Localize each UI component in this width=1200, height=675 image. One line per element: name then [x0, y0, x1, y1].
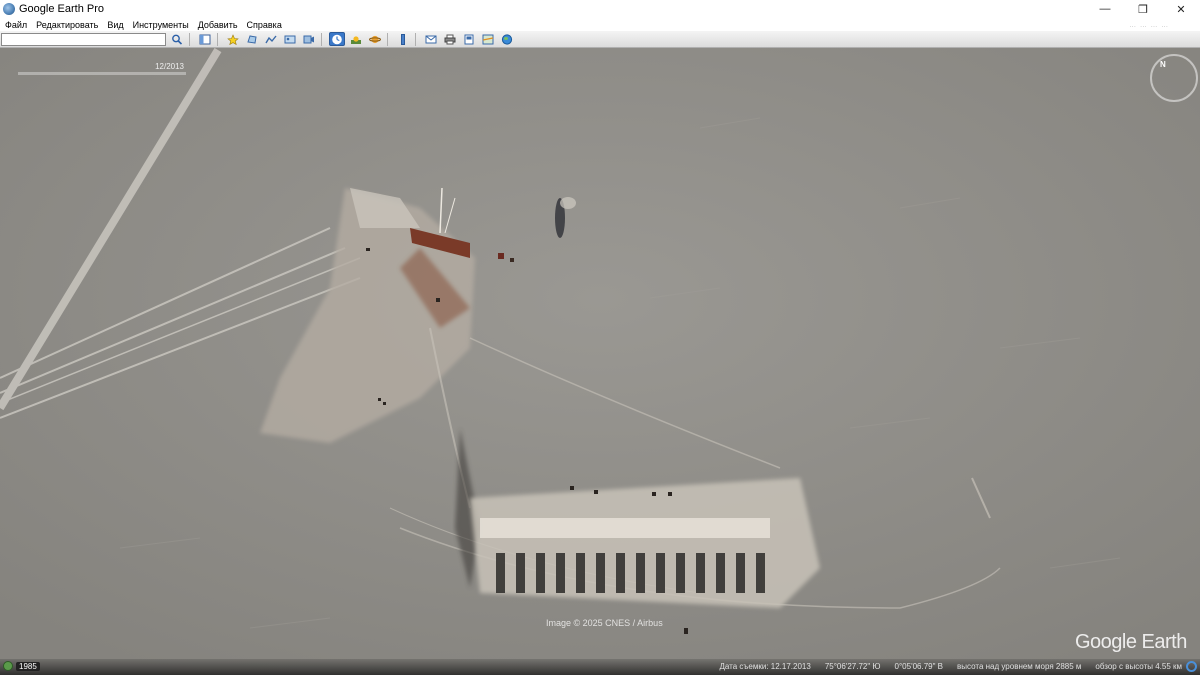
- menubar-right-item[interactable]: ...: [1151, 20, 1158, 29]
- google-earth-app-icon: [3, 3, 15, 15]
- clock-icon: [332, 34, 342, 44]
- latitude-readout: 75°06'27.72" Ю: [824, 662, 881, 671]
- menu-edit[interactable]: Редактировать: [31, 20, 102, 30]
- menubar-right-item[interactable]: ...: [1140, 20, 1147, 29]
- menubar-right-item[interactable]: ...: [1161, 20, 1168, 29]
- menu-help[interactable]: Справка: [242, 20, 286, 30]
- toolbar-separator: [321, 32, 322, 46]
- add-overlay-button[interactable]: [282, 32, 298, 46]
- time-slider[interactable]: 12/2013: [18, 62, 186, 81]
- add-path-button[interactable]: [263, 32, 279, 46]
- overlay-icon: [284, 35, 296, 43]
- imagery-attribution: Image © 2025 CNES / Airbus: [546, 618, 663, 628]
- sun-icon: [351, 35, 361, 44]
- window-title: Google Earth Pro: [19, 3, 104, 15]
- window-controls: — ❐ ✕: [1086, 0, 1200, 18]
- sunlight-button[interactable]: [348, 32, 364, 46]
- path-icon: [265, 35, 277, 43]
- add-placemark-button[interactable]: [225, 32, 241, 46]
- search-input[interactable]: [1, 32, 166, 46]
- maps-icon: [482, 34, 494, 44]
- time-slider-date: 12/2013: [155, 62, 184, 71]
- time-slider-track[interactable]: [18, 72, 186, 75]
- ruler-icon: [401, 33, 405, 45]
- eye-altitude-readout: обзор с высоты 4.55 км: [1095, 662, 1182, 671]
- tour-icon: [303, 35, 314, 43]
- close-button[interactable]: ✕: [1162, 0, 1200, 18]
- magnifier-icon: [172, 34, 183, 45]
- sidebar-toggle-button[interactable]: [197, 32, 213, 46]
- record-tour-button[interactable]: [301, 32, 317, 46]
- streaming-status-icon: [1186, 661, 1197, 672]
- menu-bar: Файл Редактировать Вид Инструменты Добав…: [0, 18, 1200, 31]
- imagery-date: Дата съемки: 12.17.2013: [719, 662, 811, 671]
- view-in-maps-button[interactable]: [480, 32, 496, 46]
- save-image-button[interactable]: [461, 32, 477, 46]
- sidebar-icon: [199, 34, 211, 44]
- historical-imagery-button[interactable]: [329, 32, 345, 46]
- tour-guide-icon[interactable]: [3, 661, 13, 671]
- globe-icon: [501, 33, 513, 45]
- status-readouts: Дата съемки: 12.17.2013 75°06'27.72" Ю 0…: [719, 662, 1182, 671]
- toolbar-separator: [189, 32, 190, 46]
- mail-icon: [425, 35, 437, 43]
- menu-file[interactable]: Файл: [0, 20, 31, 30]
- polygon-icon: [247, 34, 257, 44]
- maximize-button[interactable]: ❐: [1124, 0, 1162, 18]
- historical-year-badge[interactable]: 1985: [3, 661, 40, 671]
- email-button[interactable]: [423, 32, 439, 46]
- toolbar-separator: [415, 32, 416, 46]
- print-button[interactable]: [442, 32, 458, 46]
- map-view[interactable]: 12/2013 N Image © 2025 CNES / Airbus Goo…: [0, 48, 1200, 675]
- menu-tools[interactable]: Инструменты: [128, 20, 193, 30]
- printer-icon: [444, 34, 456, 44]
- title-bar: Google Earth Pro — ❐ ✕: [0, 0, 1200, 18]
- menubar-right-controls: ... ... ... ...: [1000, 18, 1200, 31]
- longitude-readout: 0°05'06.79" В: [894, 662, 944, 671]
- garage-structure: [470, 478, 820, 608]
- planet-icon: [369, 35, 381, 43]
- search-button[interactable]: [169, 32, 185, 46]
- menu-add[interactable]: Добавить: [193, 20, 242, 30]
- satellite-imagery: [0, 48, 1200, 675]
- toolbar-separator: [217, 32, 218, 46]
- year-label: 1985: [16, 661, 40, 671]
- menu-view[interactable]: Вид: [102, 20, 127, 30]
- minimize-button[interactable]: —: [1086, 0, 1124, 18]
- menubar-right-item[interactable]: ...: [1129, 20, 1136, 29]
- ruler-button[interactable]: [395, 32, 411, 46]
- planets-button[interactable]: [367, 32, 383, 46]
- north-icon[interactable]: N: [1160, 60, 1166, 69]
- save-image-icon: [464, 34, 474, 44]
- pin-icon: [227, 33, 239, 45]
- navigation-compass[interactable]: N: [1150, 54, 1198, 102]
- toolbar-separator: [387, 32, 388, 46]
- status-bar: 1985 Дата съемки: 12.17.2013 75°06'27.72…: [0, 659, 1200, 675]
- elevation-readout: высота над уровнем моря 2885 м: [957, 662, 1082, 671]
- add-polygon-button[interactable]: [244, 32, 260, 46]
- earth-gallery-button[interactable]: [499, 32, 515, 46]
- google-earth-logo: Google Earth: [1075, 631, 1187, 653]
- toolbar: [0, 31, 1200, 48]
